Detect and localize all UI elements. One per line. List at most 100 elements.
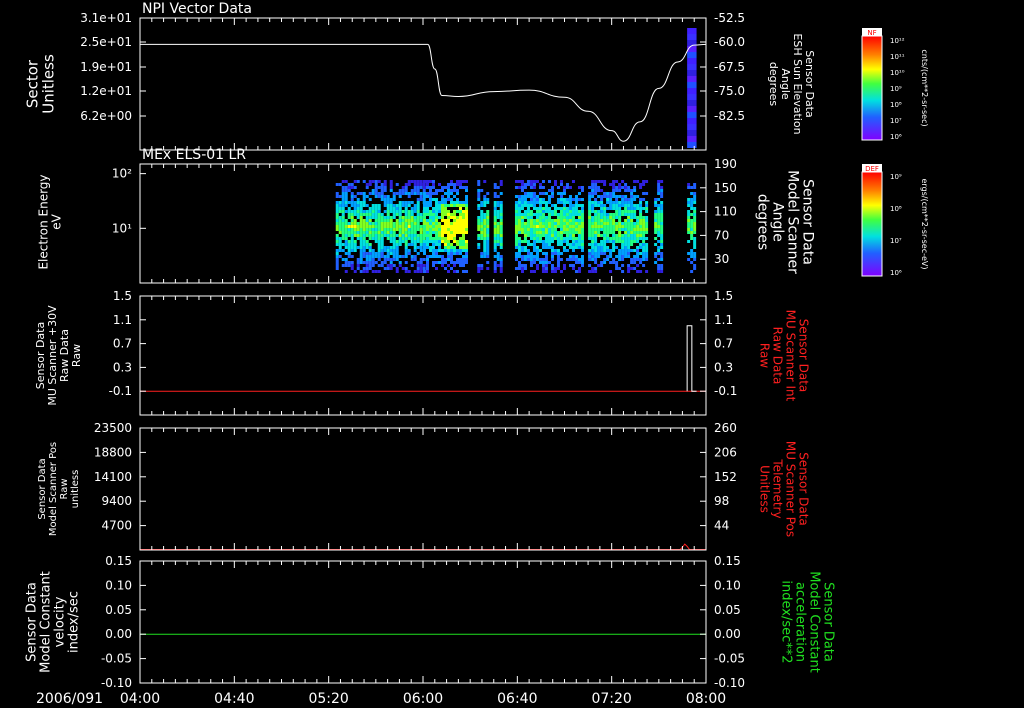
spectrogram-cell <box>532 258 536 261</box>
spectrogram-cell <box>600 264 604 267</box>
spectrogram-cell <box>657 189 661 192</box>
spectrogram-cell <box>645 255 649 258</box>
spectrogram-cell <box>377 204 381 207</box>
spectrogram-cell <box>609 255 613 258</box>
spectrogram-cell <box>477 207 481 210</box>
spectrogram-cell <box>447 264 450 267</box>
colorbar-tick-label: 10⁸ <box>890 101 902 109</box>
spectrogram-cell <box>538 201 542 204</box>
spectrogram-cell <box>556 252 560 255</box>
spectrogram-cell <box>401 210 405 213</box>
spectrogram-cell <box>453 213 456 216</box>
spectrogram-cell <box>429 180 432 183</box>
spectrogram-cell <box>559 219 563 222</box>
spectrogram-cell <box>450 222 453 225</box>
spectrogram-cell <box>559 210 563 213</box>
spectrogram-cell <box>523 204 527 207</box>
spectrogram-cell <box>550 192 554 195</box>
left-tick-label: 1.5 <box>113 289 132 303</box>
spectrogram-cell <box>368 255 372 258</box>
spectrogram-cell <box>456 270 459 273</box>
spectrogram-cell <box>532 222 536 225</box>
spectrogram-cell <box>404 234 408 237</box>
spectrogram-cell <box>574 207 578 210</box>
spectrogram-cell <box>338 204 342 207</box>
spectrogram-cell <box>544 240 548 243</box>
spectrogram-cell <box>535 219 539 222</box>
spectrogram-cell <box>462 219 465 222</box>
spectrogram-cell <box>395 234 399 237</box>
spectrogram-cell <box>365 186 369 189</box>
spectrogram-cell <box>365 246 369 249</box>
spectrogram-cell <box>633 204 637 207</box>
spectrogram-cell <box>380 264 384 267</box>
spectrogram-cell <box>480 222 484 225</box>
spectrogram-cell <box>594 192 598 195</box>
spectrogram-cell <box>462 204 465 207</box>
spectrogram-cell <box>657 231 661 234</box>
spectrogram-cell <box>459 261 462 264</box>
spectrogram-cell <box>606 207 610 210</box>
spectrogram-cell <box>453 186 456 189</box>
spectrogram-cell <box>493 216 497 219</box>
spectrogram-cell <box>606 228 610 231</box>
spectrogram-cell <box>609 237 613 240</box>
spectrogram-cell <box>636 270 640 273</box>
spectrogram-cell <box>615 228 619 231</box>
spectrogram-cell <box>591 189 595 192</box>
spectrogram-cell <box>657 222 661 225</box>
spectrogram-cell <box>571 216 575 219</box>
spectrogram-cell <box>426 264 429 267</box>
spectrogram-cell <box>368 243 372 246</box>
spectrogram-cell <box>362 219 366 222</box>
spectrogram-cell <box>624 231 628 234</box>
spectrogram-cell <box>453 249 456 252</box>
spectrogram-cell <box>544 231 548 234</box>
left-tick-label: 0.15 <box>105 554 132 568</box>
spectrogram-cell <box>456 228 459 231</box>
spectrogram-cell <box>588 210 592 213</box>
spectrogram-cell <box>654 228 658 231</box>
spectrogram-cell <box>615 237 619 240</box>
spectrogram-cell <box>362 252 366 255</box>
spectrogram-cell <box>356 246 360 249</box>
spectrogram-cell <box>547 219 551 222</box>
spectrogram-cell <box>565 213 569 216</box>
spectrogram-cell <box>618 249 622 252</box>
spectrogram-cell <box>374 219 378 222</box>
right-axis-label-line: Angle <box>770 202 786 242</box>
spectrogram-cell <box>410 213 414 216</box>
spectrogram-cell <box>597 264 601 267</box>
spectrogram-cell <box>453 216 456 219</box>
spectrogram-cell <box>571 231 575 234</box>
spectrogram-cell <box>556 261 560 264</box>
spectrogram-cell <box>591 216 595 219</box>
spectrogram-cell <box>544 267 548 270</box>
spectrogram-cell <box>627 189 631 192</box>
spectrogram-cell <box>444 198 447 201</box>
spectrogram-cell <box>529 192 533 195</box>
spectrogram-cell <box>383 210 387 213</box>
spectrogram-cell <box>465 180 468 183</box>
spectrogram-cell <box>538 222 542 225</box>
spectrogram-cell <box>350 222 354 225</box>
spectrogram-cell <box>438 249 441 252</box>
spectrogram-cell <box>621 258 625 261</box>
spectrogram-cell <box>386 234 390 237</box>
spectrogram-cell <box>597 186 601 189</box>
sector-strip-cell <box>687 136 697 142</box>
spectrogram-cell <box>618 255 622 258</box>
spectrogram-cell <box>556 207 560 210</box>
spectrogram-cell <box>565 219 569 222</box>
spectrogram-cell <box>335 219 339 222</box>
spectrogram-cell <box>517 228 521 231</box>
spectrogram-cell <box>514 216 518 219</box>
spectrogram-cell <box>517 240 521 243</box>
right-axis-label-line: Sensor Data <box>796 452 810 526</box>
spectrogram-cell <box>359 237 363 240</box>
spectrogram-cell <box>368 213 372 216</box>
right-tick-label: 150 <box>714 181 737 195</box>
spectrogram-cell <box>401 228 405 231</box>
spectrogram-cell <box>353 225 357 228</box>
spectrogram-cell <box>526 216 530 219</box>
